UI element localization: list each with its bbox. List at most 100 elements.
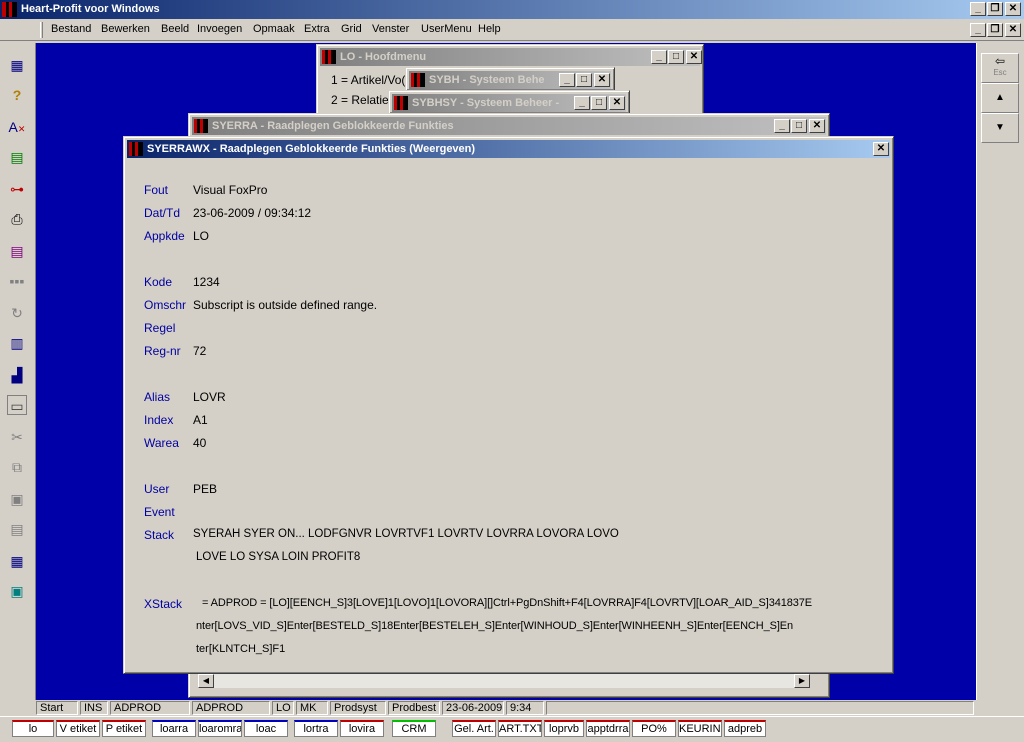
menu-help[interactable]: Help <box>478 23 501 35</box>
help-icon[interactable]: ? <box>7 85 27 105</box>
status-app: LO <box>272 701 294 715</box>
window-icon[interactable]: ▭ <box>7 395 27 415</box>
right-toolbar: ⇦ Esc ▲ ▼ <box>976 43 1024 700</box>
app-logo-icon <box>394 96 408 110</box>
scroll-left-icon[interactable]: ◀ <box>198 674 214 688</box>
close-icon[interactable]: ✕ <box>609 96 625 110</box>
close-icon[interactable]: ✕ <box>1005 2 1021 16</box>
doc-minimize-icon[interactable]: _ <box>970 23 986 37</box>
taskbar-btn-adpreb[interactable]: adpreb <box>724 720 766 737</box>
horizontal-scrollbar[interactable]: ◀ ▶ <box>198 672 810 688</box>
taskbar-btn-loaromra[interactable]: loaromra <box>198 720 242 737</box>
monitor-icon[interactable]: ▣ <box>7 581 27 601</box>
close-icon[interactable]: ✕ <box>686 50 702 64</box>
maximize-icon[interactable]: □ <box>591 96 607 110</box>
minimize-icon[interactable]: _ <box>559 73 575 87</box>
menu-venster[interactable]: Venster <box>372 23 409 35</box>
hoofdmenu-item-2[interactable]: 2 = Relatie <box>331 93 389 107</box>
scroll-right-icon[interactable]: ▶ <box>794 674 810 688</box>
sybhsy-titlebar[interactable]: SYBHSY - Systeem Beheer - _ □ ✕ <box>392 94 626 112</box>
dots-icon[interactable]: ▪▪▪ <box>7 271 27 291</box>
chart-icon[interactable]: ▟ <box>7 365 27 385</box>
index-value: A1 <box>193 413 208 427</box>
left-toolbar: ▦ ? A✕ ▤ ⊶ ⎙ ▤ ▪▪▪ ↻ ▥ ▟ ▭ ✂ ⧉ ▣ ▤ ▦ ▣ <box>0 43 36 700</box>
refresh-icon[interactable]: ↻ <box>7 303 27 323</box>
key-icon[interactable]: ⊶ <box>7 179 27 199</box>
user-label: User <box>144 482 170 496</box>
syerra-titlebar[interactable]: SYERRA - Raadplegen Geblokkeerde Funktie… <box>192 117 826 135</box>
taskbar-btn-keuring[interactable]: KEURING <box>678 720 722 737</box>
paste-icon[interactable]: ▣ <box>7 489 27 509</box>
minimize-icon[interactable]: _ <box>774 119 790 133</box>
sybhsy-title: SYBHSY - Systeem Beheer - <box>412 97 560 109</box>
menu-usermenu[interactable]: UserMenu <box>421 23 472 35</box>
back-arrow-icon: ⇦ <box>994 54 1006 68</box>
restore-icon[interactable]: ❐ <box>987 2 1003 16</box>
menu-invoegen[interactable]: Invoegen <box>197 23 242 35</box>
print-icon[interactable]: ⎙ <box>7 209 27 229</box>
taskbar-btn-lo[interactable]: lo <box>12 720 54 737</box>
taskbar-btn-loprvb[interactable]: loprvb <box>544 720 584 737</box>
menu-opmaak[interactable]: Opmaak <box>253 23 295 35</box>
paste-special-icon[interactable]: ▤ <box>7 519 27 539</box>
sybh-titlebar[interactable]: SYBH - Systeem Behe _ □ ✕ <box>409 71 611 89</box>
stack-value-line2: LOVE LO SYSA LOIN PROFIT8 <box>196 551 361 563</box>
window-sybh[interactable]: SYBH - Systeem Behe _ □ ✕ <box>405 67 615 91</box>
syerrawx-titlebar[interactable]: SYERRAWX - Raadplegen Geblokkeerde Funkt… <box>127 140 890 158</box>
status-system: Prodsyst <box>330 701 386 715</box>
kode-label: Kode <box>144 275 173 289</box>
stack-value-line1: SYERAH SYER ON... LODFGNVR LOVRTVF1 LOVR… <box>193 528 619 540</box>
window-sybhsy[interactable]: SYBHSY - Systeem Beheer - _ □ ✕ <box>388 90 630 114</box>
taskbar-btn-po[interactable]: PO% <box>632 720 676 737</box>
settings-icon[interactable]: ▦ <box>7 551 27 571</box>
doc-close-icon[interactable]: ✕ <box>1005 23 1021 37</box>
taskbar-btn-lortra[interactable]: lortra <box>294 720 338 737</box>
menu-beeld[interactable]: Beeld <box>161 23 189 35</box>
copy-icon[interactable]: ⧉ <box>7 457 27 477</box>
doc-restore-icon[interactable]: ❐ <box>987 23 1003 37</box>
minimize-icon[interactable]: _ <box>970 2 986 16</box>
taskbar-btn-vetiket[interactable]: V etiket <box>56 720 100 737</box>
window-syerrawx[interactable]: SYERRAWX - Raadplegen Geblokkeerde Funkt… <box>123 136 894 674</box>
hoofdmenu-item-1[interactable]: 1 = Artikel/Vo( <box>331 73 405 87</box>
taskbar-btn-arttxt[interactable]: ART.TXT <box>498 720 542 737</box>
cut-icon[interactable]: ✂ <box>7 427 27 447</box>
minimize-icon[interactable]: _ <box>574 96 590 110</box>
triangle-down-icon: ▼ <box>995 122 1005 133</box>
taskbar-btn-gelart[interactable]: Gel. Art. <box>452 720 496 737</box>
esc-button[interactable]: ⇦ Esc <box>981 53 1019 83</box>
export-icon[interactable]: ▥ <box>7 333 27 353</box>
app-logo-icon <box>411 73 425 87</box>
list-icon[interactable]: ▤ <box>7 241 27 261</box>
close-icon[interactable]: ✕ <box>809 119 825 133</box>
maximize-icon[interactable]: □ <box>791 119 807 133</box>
menu-grid[interactable]: Grid <box>341 23 362 35</box>
status-ins: INS <box>80 701 108 715</box>
omschr-value: Subscript is outside defined range. <box>193 298 378 312</box>
maximize-icon[interactable]: □ <box>576 73 592 87</box>
xstack-value-line2: nter[LOVS_VID_S]Enter[BESTELD_S]18Enter[… <box>196 620 794 632</box>
taskbar-btn-loarra[interactable]: loarra <box>152 720 196 737</box>
taskbar-btn-petiket[interactable]: P etiket <box>102 720 146 737</box>
form-icon[interactable]: ▦ <box>7 55 27 75</box>
taskbar-btn-lovira[interactable]: lovira <box>340 720 384 737</box>
close-icon[interactable]: ✕ <box>873 142 889 156</box>
taskbar-btn-loac[interactable]: loac <box>244 720 288 737</box>
maximize-icon[interactable]: □ <box>668 50 684 64</box>
menu-bewerken[interactable]: Bewerken <box>101 23 150 35</box>
dattd-label: Dat/Td <box>144 206 181 220</box>
alias-label: Alias <box>144 390 171 404</box>
minimize-icon[interactable]: _ <box>651 50 667 64</box>
spell-check-icon[interactable]: A✕ <box>7 117 27 137</box>
page-up-button[interactable]: ▲ <box>981 83 1019 113</box>
folder-icon[interactable]: ▤ <box>7 147 27 167</box>
taskbar-btn-crm[interactable]: CRM <box>392 720 436 737</box>
menu-bestand[interactable]: Bestand <box>51 23 91 35</box>
stack-label: Stack <box>144 528 175 542</box>
taskbar-btn-apptdrra[interactable]: apptdrra <box>586 720 630 737</box>
hoofdmenu-titlebar[interactable]: LO - Hoofdmenu _ □ ✕ <box>320 48 702 66</box>
close-icon[interactable]: ✕ <box>594 73 610 87</box>
page-down-button[interactable]: ▼ <box>981 113 1019 143</box>
regel-label: Regel <box>144 321 176 335</box>
menu-extra[interactable]: Extra <box>304 23 330 35</box>
